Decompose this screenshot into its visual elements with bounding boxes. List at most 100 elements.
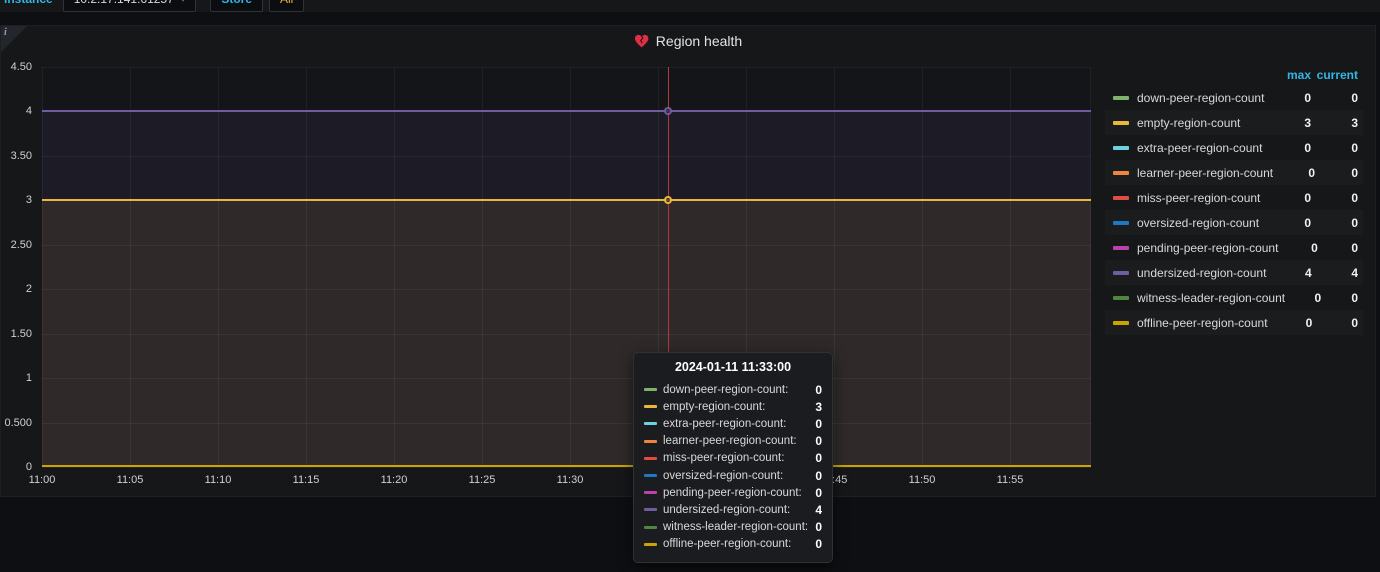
legend-series-name[interactable]: miss-peer-region-count xyxy=(1137,191,1265,205)
tooltip-series-name: empty-region-count: xyxy=(663,401,815,413)
x-tick-label: 11:50 xyxy=(909,474,936,486)
store-select[interactable]: All xyxy=(269,0,304,12)
legend-current-value: 3 xyxy=(1311,116,1363,130)
tooltip-row: empty-region-count:3 xyxy=(644,398,822,415)
tooltip-swatch-icon xyxy=(644,508,657,511)
y-tick-label: 0.500 xyxy=(4,417,32,429)
legend-swatch-icon xyxy=(1113,96,1129,100)
y-tick-label: 4.50 xyxy=(11,61,32,73)
legend-series-name[interactable]: offline-peer-region-count xyxy=(1137,316,1268,330)
y-tick-label: 1.50 xyxy=(11,328,32,340)
x-tick-label: 11:55 xyxy=(997,474,1024,486)
legend-swatch-icon xyxy=(1113,221,1129,225)
tooltip-row: offline-peer-region-count:0 xyxy=(644,536,822,553)
h-gridline xyxy=(42,378,1091,379)
tooltip-series-name: oversized-region-count: xyxy=(663,470,815,482)
legend-series-name[interactable]: undersized-region-count xyxy=(1137,266,1266,280)
legend-rows: down-peer-region-count00empty-region-cou… xyxy=(1105,85,1363,335)
v-gridline xyxy=(834,67,835,467)
dashboard-variables-bar: instance 10.2.17.141:61257 ▾ Store All xyxy=(0,0,1380,12)
y-tick-label: 1 xyxy=(26,372,32,384)
hover-point xyxy=(664,196,672,204)
h-gridline xyxy=(42,334,1091,335)
instance-variable-label: instance xyxy=(4,0,53,6)
tooltip-series-value: 0 xyxy=(815,520,822,534)
legend-max-value: 0 xyxy=(1268,316,1313,330)
legend-current-value: 0 xyxy=(1311,191,1363,205)
x-tick-label: 11:05 xyxy=(117,474,144,486)
legend-header-current[interactable]: current xyxy=(1311,68,1363,82)
panel-title[interactable]: Region health xyxy=(1,29,1375,53)
tooltip-swatch-icon xyxy=(644,422,657,425)
y-tick-label: 3.50 xyxy=(11,150,32,162)
legend-max-value: 3 xyxy=(1265,116,1311,130)
legend-swatch-icon xyxy=(1113,146,1129,150)
legend-max-value: 0 xyxy=(1285,291,1321,305)
legend-series-name[interactable]: learner-peer-region-count xyxy=(1137,166,1273,180)
legend-current-value: 0 xyxy=(1318,241,1363,255)
tooltip-series-name: witness-leader-region-count: xyxy=(663,521,815,533)
h-gridline xyxy=(42,467,1091,468)
series-line xyxy=(42,110,1091,112)
chevron-down-icon: ▾ xyxy=(181,0,186,5)
tooltip-series-name: down-peer-region-count: xyxy=(663,384,815,396)
tooltip-series-name: offline-peer-region-count: xyxy=(663,538,815,550)
v-gridline xyxy=(218,67,219,467)
tooltip-row: extra-peer-region-count:0 xyxy=(644,415,822,432)
legend-max-value: 0 xyxy=(1265,91,1311,105)
legend-series-name[interactable]: empty-region-count xyxy=(1137,116,1265,130)
x-tick-label: 11:00 xyxy=(29,474,56,486)
legend-row: empty-region-count33 xyxy=(1105,110,1363,135)
tooltip-row: oversized-region-count:0 xyxy=(644,467,822,484)
tooltip-rows: down-peer-region-count:0empty-region-cou… xyxy=(644,381,822,553)
legend-header: max current xyxy=(1105,64,1363,85)
broken-heart-icon xyxy=(634,34,649,48)
legend-row: offline-peer-region-count00 xyxy=(1105,310,1363,335)
hover-point xyxy=(664,107,672,115)
legend-swatch-icon xyxy=(1113,171,1129,175)
tooltip-series-value: 0 xyxy=(815,537,822,551)
legend-swatch-icon xyxy=(1113,246,1129,250)
legend-row: witness-leader-region-count00 xyxy=(1105,285,1363,310)
legend-header-max[interactable]: max xyxy=(1265,68,1311,82)
series-line xyxy=(42,465,1091,467)
tooltip-swatch-icon xyxy=(644,543,657,546)
legend-row: extra-peer-region-count00 xyxy=(1105,135,1363,160)
plot-area[interactable] xyxy=(42,67,1091,467)
instance-select[interactable]: 10.2.17.141:61257 ▾ xyxy=(63,0,197,12)
legend-series-name[interactable]: down-peer-region-count xyxy=(1137,91,1265,105)
legend-current-value: 0 xyxy=(1311,216,1363,230)
legend-max-value: 0 xyxy=(1278,241,1317,255)
legend-row: learner-peer-region-count00 xyxy=(1105,160,1363,185)
y-tick-label: 4 xyxy=(26,105,32,117)
legend-swatch-icon xyxy=(1113,121,1129,125)
tooltip-series-value: 0 xyxy=(815,469,822,483)
legend-series-name[interactable]: extra-peer-region-count xyxy=(1137,141,1265,155)
legend-row: pending-peer-region-count00 xyxy=(1105,235,1363,260)
tooltip-series-name: extra-peer-region-count: xyxy=(663,418,815,430)
x-tick-label: 11:10 xyxy=(205,474,232,486)
tooltip-series-value: 3 xyxy=(815,400,822,414)
tooltip-row: pending-peer-region-count:0 xyxy=(644,484,822,501)
legend-current-value: 0 xyxy=(1312,316,1363,330)
y-tick-label: 0 xyxy=(26,461,32,473)
tooltip-swatch-icon xyxy=(644,457,657,460)
y-tick-label: 3 xyxy=(26,194,32,206)
tooltip-series-name: miss-peer-region-count: xyxy=(663,452,815,464)
legend-series-name[interactable]: witness-leader-region-count xyxy=(1137,291,1285,305)
y-axis: 00.50011.5022.5033.5044.50 xyxy=(1,67,37,467)
v-gridline xyxy=(1010,67,1011,467)
y-tick-label: 2.50 xyxy=(11,239,32,251)
graph-tooltip: 2024-01-11 11:33:00 down-peer-region-cou… xyxy=(633,352,833,563)
legend-swatch-icon xyxy=(1113,321,1129,325)
tooltip-series-value: 0 xyxy=(815,417,822,431)
tooltip-series-value: 0 xyxy=(815,434,822,448)
tooltip-row: learner-peer-region-count:0 xyxy=(644,433,822,450)
legend-max-value: 0 xyxy=(1265,191,1311,205)
tooltip-timestamp: 2024-01-11 11:33:00 xyxy=(644,360,822,374)
store-variable-label[interactable]: Store xyxy=(210,0,263,12)
tooltip-series-value: 0 xyxy=(815,451,822,465)
legend-max-value: 0 xyxy=(1273,166,1315,180)
legend-series-name[interactable]: pending-peer-region-count xyxy=(1137,241,1278,255)
legend-series-name[interactable]: oversized-region-count xyxy=(1137,216,1265,230)
